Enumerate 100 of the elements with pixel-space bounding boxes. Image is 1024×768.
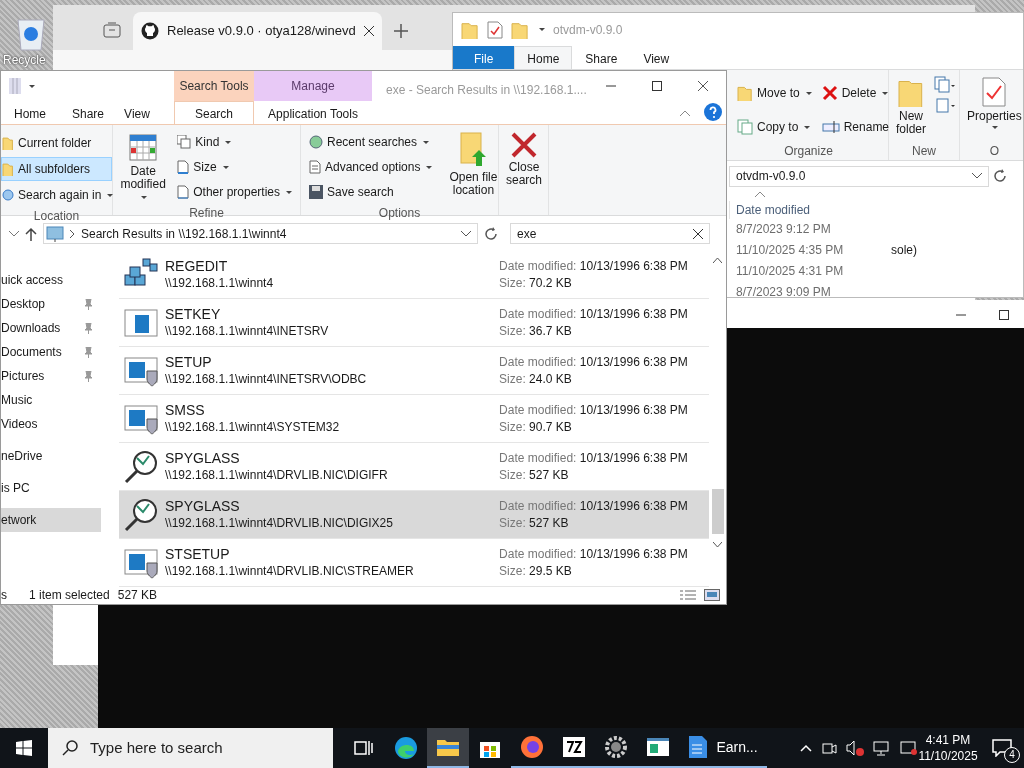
scrollbar-thumb[interactable] <box>711 489 724 534</box>
chevron-down-icon[interactable] <box>9 230 19 237</box>
status-text: s <box>1 587 7 604</box>
pin-icon[interactable] <box>84 370 93 382</box>
chevron-down-icon[interactable] <box>461 230 471 237</box>
task-view-icon[interactable] <box>354 739 374 757</box>
close-icon[interactable] <box>363 26 374 36</box>
nav-item[interactable]: Music <box>1 388 101 412</box>
up-arrow-icon[interactable] <box>25 226 37 241</box>
ribbon-command[interactable]: All subfolders <box>1 157 112 181</box>
search-field[interactable]: exe <box>510 223 710 244</box>
ribbon-command[interactable]: Kind <box>173 130 296 154</box>
ribbon-command[interactable]: Rename <box>817 112 894 142</box>
ribbon-tab[interactable]: Search <box>174 101 254 124</box>
nav-item[interactable]: Videos <box>1 412 101 436</box>
ribbon-command[interactable]: Search again in <box>1 183 112 207</box>
browser-tab[interactable]: Release v0.9.0 · otya128/winevd <box>133 12 382 50</box>
scroll-down-icon[interactable] <box>713 542 723 548</box>
address-bar[interactable]: Search Results in \\192.168.1.1\winnt4 <box>43 223 478 244</box>
address-bar[interactable]: otvdm-v0.9.0 <box>729 165 989 187</box>
tab-actions-icon[interactable] <box>103 22 121 38</box>
result-row[interactable]: STSETUP \\192.168.1.1\winnt4\DRVLIB.NIC\STREAMER Date modified: 10/13/1996 6:38 PM Size: 29.5 KB <box>119 539 710 587</box>
group-label: Options <box>377 205 422 222</box>
tiles-view-icon[interactable] <box>704 589 720 601</box>
ribbon-tab[interactable]: File <box>453 46 515 69</box>
date-modified-button[interactable]: Date modified <box>117 128 170 204</box>
taskbar-button[interactable]: Earn... <box>679 728 767 768</box>
nav-item[interactable]: neDrive <box>1 444 101 468</box>
nav-item[interactable]: etwork <box>1 508 101 532</box>
chevron-down-icon[interactable] <box>972 173 982 179</box>
ribbon-command[interactable]: Save search <box>305 180 437 204</box>
taskbar-search-field[interactable]: Type here to search <box>48 728 333 768</box>
firefox-icon[interactable] <box>520 735 544 759</box>
help-icon[interactable] <box>704 103 722 121</box>
caret-icon <box>222 165 229 169</box>
ribbon-command[interactable]: Delete <box>817 78 894 108</box>
file-path: \\192.168.1.1\winnt4\INETSRV <box>165 323 330 339</box>
windows-start-icon[interactable] <box>16 740 32 756</box>
ribbon-command[interactable]: Current folder <box>1 131 112 155</box>
security-icon[interactable] <box>900 740 918 756</box>
folder-arrow-icon <box>459 132 488 168</box>
nav-item[interactable]: Documents <box>1 340 101 364</box>
properties-button[interactable]: Properties <box>964 73 1023 142</box>
nav-item[interactable]: Pictures <box>1 364 101 388</box>
close-icon[interactable] <box>693 228 703 239</box>
camera-icon[interactable] <box>821 740 837 756</box>
archive-icon[interactable] <box>562 736 586 758</box>
ribbon-command[interactable]: Recent searches <box>305 130 437 154</box>
pin-icon[interactable] <box>84 346 93 358</box>
caret-icon <box>804 125 811 129</box>
chevron-up-icon[interactable] <box>800 744 812 752</box>
nav-item[interactable]: Downloads <box>1 316 101 340</box>
app-window-icon[interactable] <box>646 737 670 757</box>
refresh-icon[interactable] <box>993 169 1007 183</box>
result-row[interactable]: SPYGLASS \\192.168.1.1\winnt4\DRVLIB.NIC\DIGIX25 Date modified: 10/13/1996 6:38 PM Size: 527 KB <box>119 491 710 539</box>
clock-time: 4:41 PM <box>924 732 972 748</box>
file-name: STSETUP <box>165 546 231 563</box>
properties-icon[interactable] <box>487 20 503 39</box>
date-value: 10/13/1996 6:38 PM <box>579 402 688 417</box>
new-folder-button[interactable]: New folder <box>893 73 929 142</box>
kind-icon <box>177 135 192 149</box>
gear-icon[interactable] <box>605 736 627 758</box>
file-path: \\192.168.1.1\winnt4\SYSTEM32 <box>165 419 341 435</box>
network-icon[interactable] <box>873 740 891 756</box>
ribbon-command[interactable]: Other properties <box>173 180 296 204</box>
ribbon-tab[interactable]: View <box>117 101 157 124</box>
properties-icon <box>981 77 1008 107</box>
maximize-icon[interactable] <box>652 81 662 91</box>
pin-icon[interactable] <box>84 298 93 310</box>
maximize-icon[interactable] <box>999 310 1009 320</box>
ribbon-command[interactable]: Copy to <box>733 112 816 142</box>
ribbon-tab[interactable]: Home <box>514 46 573 69</box>
folder-icon[interactable] <box>436 737 460 757</box>
edge-icon[interactable] <box>394 736 418 760</box>
ribbon-command[interactable]: Size <box>173 155 296 179</box>
volume-muted-icon[interactable] <box>846 740 864 756</box>
nav-item[interactable]: uick access <box>1 268 101 292</box>
result-row[interactable]: SETUP \\192.168.1.1\winnt4\INETSRV\ODBC Date modified: 10/13/1996 6:38 PM Size: 24.0 KB <box>119 347 710 395</box>
close-icon[interactable] <box>698 81 708 91</box>
result-row[interactable]: REGEDIT \\192.168.1.1\winnt4 Date modified: 10/13/1996 6:38 PM Size: 70.2 KB <box>119 251 710 299</box>
nav-item[interactable]: Desktop <box>1 292 101 316</box>
size-value: 527 KB <box>529 467 569 482</box>
ribbon-command[interactable]: Move to <box>733 78 816 108</box>
ribbon-tab[interactable]: View <box>630 46 683 69</box>
scroll-up-icon[interactable] <box>713 257 723 263</box>
ribbon-tab[interactable]: Application Tools <box>254 101 372 124</box>
collapse-ribbon-icon[interactable] <box>680 110 690 116</box>
result-row[interactable]: SMSS \\192.168.1.1\winnt4\SYSTEM32 Date modified: 10/13/1996 6:38 PM Size: 90.7 KB <box>119 395 710 443</box>
status-text: 527 KB <box>117 587 158 604</box>
column-header[interactable]: Date modified <box>729 201 891 219</box>
ribbon-tab[interactable]: Share <box>59 101 117 124</box>
size-label: Size: <box>499 371 526 386</box>
pin-icon[interactable] <box>84 322 93 334</box>
result-row[interactable]: SETKEY \\192.168.1.1\winnt4\INETSRV Date modified: 10/13/1996 6:38 PM Size: 36.7 KB <box>119 299 710 347</box>
ribbon-tab[interactable]: Home <box>1 101 59 124</box>
ribbon-tab[interactable]: Share <box>572 46 631 69</box>
nav-item[interactable]: is PC <box>1 476 101 500</box>
new-tab-icon[interactable] <box>393 24 408 38</box>
ribbon-command[interactable]: Advanced options <box>305 155 437 179</box>
refresh-icon[interactable] <box>484 226 498 241</box>
